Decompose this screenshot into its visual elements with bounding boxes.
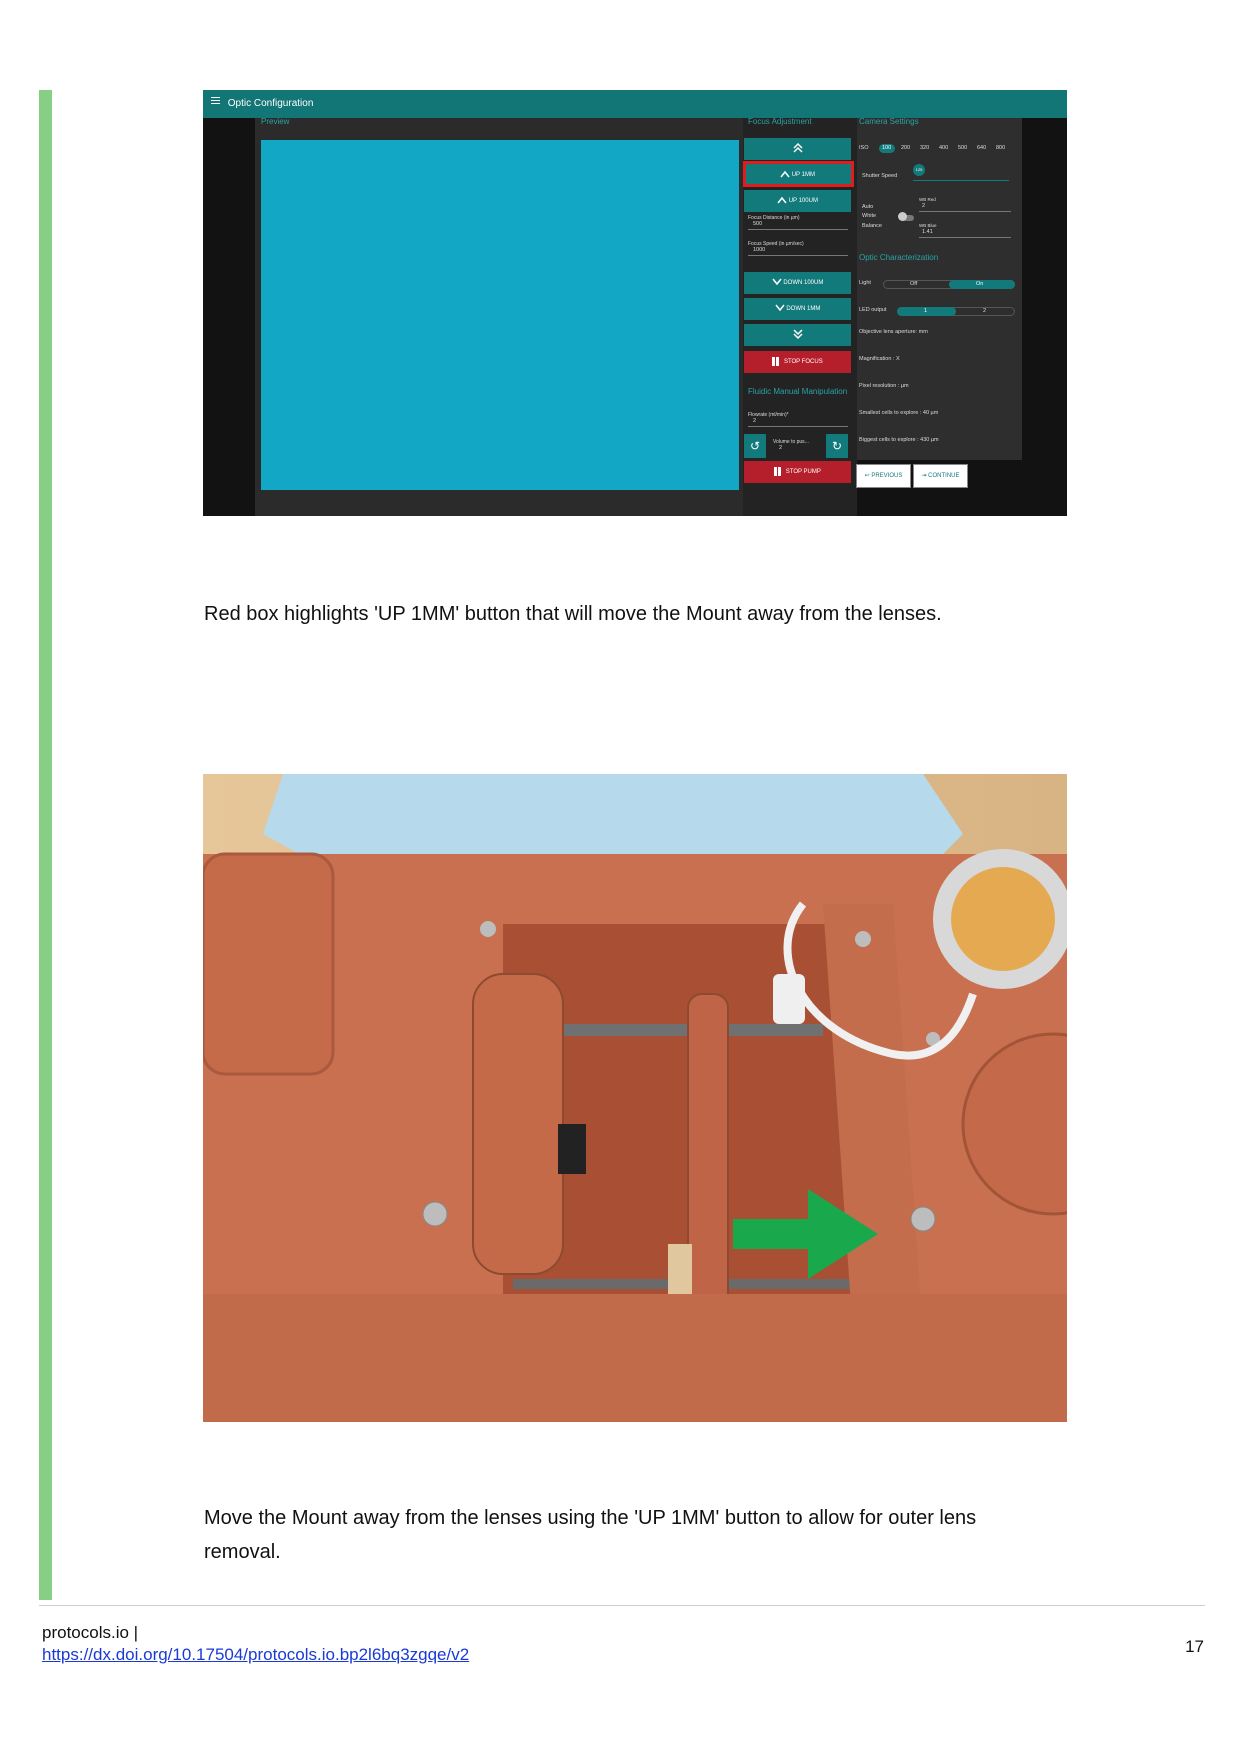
- wb-blue-underline: [919, 237, 1011, 238]
- shutter-slider-thumb[interactable]: 125: [913, 164, 925, 176]
- flowrate-underline: [748, 426, 848, 427]
- footer-site: protocols.io |: [42, 1623, 139, 1642]
- highlight-box: [743, 161, 854, 187]
- footer-divider: [39, 1605, 1205, 1606]
- rotate-left-icon: ↺: [749, 439, 761, 453]
- caption-2: Move the Mount away from the lenses usin…: [204, 1501, 1084, 1569]
- chevron-down-icon: [772, 278, 782, 286]
- pause-icon-bar: [778, 466, 782, 476]
- light-off: Off: [910, 281, 918, 287]
- footer-source: protocols.io | https://dx.doi.org/10.175…: [42, 1622, 469, 1666]
- wb-red-value[interactable]: 2: [922, 203, 925, 209]
- wb-blue-label: WB Blue: [919, 223, 937, 228]
- led-1: 1: [924, 308, 928, 314]
- camera-preview: [261, 140, 739, 490]
- double-chevron-down-icon: [792, 329, 803, 340]
- focus-speed-underline: [748, 255, 848, 256]
- iso-800[interactable]: 800: [996, 145, 1005, 151]
- shutter-label: Shutter Speed: [862, 173, 898, 179]
- down-fast-button[interactable]: [744, 324, 851, 346]
- up-100um-button[interactable]: UP 100UM: [744, 190, 851, 212]
- pump-forward-button[interactable]: ↻: [826, 434, 848, 458]
- chevron-up-icon: [777, 197, 787, 204]
- preview-label: Preview: [261, 117, 290, 126]
- shutter-slider-track[interactable]: [913, 180, 1009, 181]
- smallest-cells-text: Smallest cells to explore : 40 µm: [859, 410, 939, 416]
- continue-button[interactable]: ⇥ CONTINUE: [913, 464, 968, 488]
- pixel-res-text: Pixel resolution : µm: [859, 383, 909, 389]
- pump-reverse-button[interactable]: ↺: [744, 434, 766, 458]
- optic-config-screenshot: Optic Configuration Preview Focus Adjust…: [203, 90, 1067, 516]
- wb-red-label: WB Red: [919, 197, 936, 202]
- caption-1: Red box highlights 'UP 1MM' button that …: [204, 603, 942, 625]
- awb-toggle-knob[interactable]: [898, 212, 907, 221]
- fluidic-title: Fluidic Manual Manipulation: [748, 387, 848, 396]
- pause-icon: [772, 356, 776, 366]
- app-topbar: Optic Configuration: [203, 90, 1067, 118]
- down-100um-label: DOWN 100UM: [783, 280, 824, 286]
- chevron-down-icon: [775, 304, 785, 312]
- wb-blue-value[interactable]: 1.41: [922, 229, 933, 235]
- stop-pump-label: STOP PUMP: [785, 469, 821, 475]
- camera-title: Camera Settings: [859, 117, 919, 126]
- stop-pump-button[interactable]: STOP PUMP: [744, 461, 851, 483]
- caption-2-line-1: Move the Mount away from the lenses usin…: [204, 1507, 977, 1529]
- camera-column: [857, 118, 1022, 460]
- iso-500[interactable]: 500: [958, 145, 967, 151]
- down-1mm-button[interactable]: DOWN 1MM: [744, 298, 851, 320]
- led-label: LED output: [859, 307, 887, 313]
- previous-label: PREVIOUS: [871, 473, 903, 479]
- stop-focus-label: STOP FOCUS: [783, 359, 823, 365]
- volume-value[interactable]: 2: [779, 445, 782, 451]
- return-arrow-icon: ↩: [864, 473, 870, 479]
- aperture-text: Objective lens aperture: mm: [859, 329, 928, 335]
- caption-2-line-2: removal.: [204, 1541, 281, 1563]
- iso-100[interactable]: 100: [882, 145, 891, 151]
- page-number: 17: [1185, 1637, 1204, 1656]
- biggest-cells-text: Biggest cells to explore : 430 µm: [859, 437, 939, 443]
- app-title: Optic Configuration: [227, 98, 314, 109]
- focus-speed-value[interactable]: 1000: [753, 247, 765, 253]
- iso-200[interactable]: 200: [901, 145, 910, 151]
- awb-label-3: Balance: [862, 223, 882, 229]
- down-100um-button[interactable]: DOWN 100UM: [744, 272, 851, 294]
- previous-button[interactable]: ↩ PREVIOUS: [856, 464, 911, 488]
- focus-distance-underline: [748, 229, 848, 230]
- arrow-to-line-icon: ⇥: [921, 473, 927, 479]
- optic-title: Optic Characterization: [859, 253, 939, 262]
- step-accent-bar: [39, 90, 52, 1600]
- wb-red-underline: [919, 211, 1011, 212]
- device-photo: [203, 774, 1067, 1422]
- rotate-right-icon: ↻: [831, 439, 843, 453]
- led-2: 2: [983, 308, 987, 314]
- continue-label: CONTINUE: [928, 473, 960, 479]
- focus-distance-value[interactable]: 500: [753, 221, 762, 227]
- menu-icon: [211, 95, 220, 106]
- up-fast-button[interactable]: [744, 138, 851, 160]
- iso-640[interactable]: 640: [977, 145, 986, 151]
- focus-title: Focus Adjustment: [748, 117, 812, 126]
- light-label: Light: [859, 280, 871, 286]
- iso-label: ISO: [859, 145, 869, 151]
- double-chevron-up-icon: [792, 143, 803, 153]
- light-on: On: [976, 281, 984, 287]
- device-photo-illustration: [203, 774, 1067, 1422]
- awb-label-1: Auto: [862, 204, 874, 210]
- up-100um-label: UP 100UM: [788, 198, 818, 204]
- pause-icon: [774, 466, 778, 476]
- pause-icon-bar: [776, 356, 780, 366]
- iso-400[interactable]: 400: [939, 145, 948, 151]
- stop-focus-button[interactable]: STOP FOCUS: [744, 351, 851, 373]
- magnification-text: Magnification : X: [859, 356, 900, 362]
- footer-doi-link[interactable]: https://dx.doi.org/10.17504/protocols.io…: [42, 1645, 469, 1664]
- flowrate-value[interactable]: 2: [753, 418, 756, 424]
- down-1mm-label: DOWN 1MM: [786, 306, 821, 312]
- awb-label-2: White: [862, 213, 877, 219]
- iso-320[interactable]: 320: [920, 145, 929, 151]
